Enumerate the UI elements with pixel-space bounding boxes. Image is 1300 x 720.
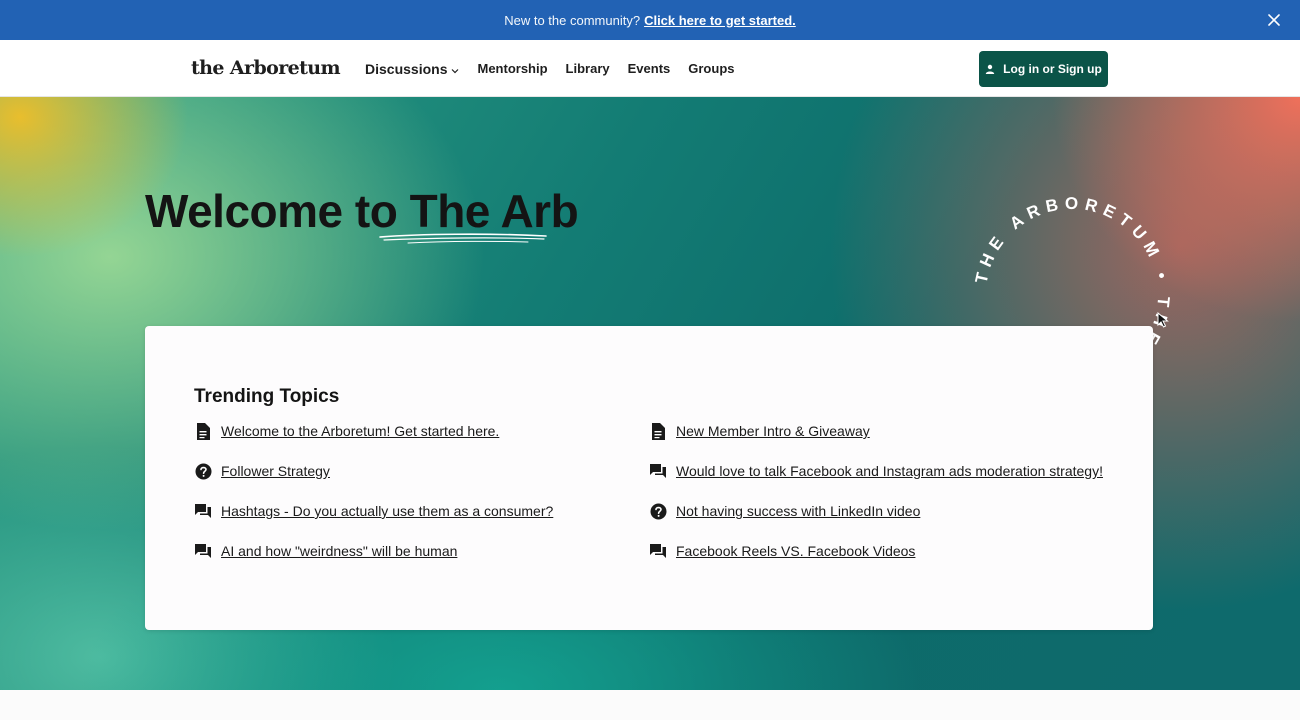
announcement-bar: New to the community? Click here to get … — [0, 0, 1300, 40]
topic-link[interactable]: Hashtags - Do you actually use them as a… — [194, 500, 654, 522]
get-started-link[interactable]: Click here to get started. — [644, 13, 796, 28]
site-logo[interactable]: the Arboretum — [191, 57, 341, 79]
topic-label: New Member Intro & Giveaway — [676, 423, 870, 439]
trending-column-left: Welcome to the Arboretum! Get started he… — [194, 420, 654, 580]
topic-label: Hashtags - Do you actually use them as a… — [221, 503, 554, 519]
hero-section: Welcome to The Arb THE ARBORETUM • THE A… — [0, 97, 1300, 690]
login-signup-button[interactable]: Log in or Sign up — [979, 51, 1108, 87]
chat-icon — [194, 542, 212, 560]
topic-label: Would love to talk Facebook and Instagra… — [676, 463, 1103, 479]
chevron-down-icon — [451, 61, 459, 77]
nav-events[interactable]: Events — [628, 61, 671, 76]
close-icon[interactable] — [1264, 10, 1284, 30]
nav-discussions-label: Discussions — [365, 60, 448, 77]
nav-mentorship[interactable]: Mentorship — [477, 61, 547, 76]
trending-column-right: New Member Intro & Giveaway Would love t… — [649, 420, 1109, 580]
topic-link[interactable]: Not having success with LinkedIn video — [649, 500, 1109, 522]
site-header: the Arboretum Discussions Mentorship Lib… — [0, 40, 1300, 97]
document-icon — [194, 422, 212, 440]
main-nav: Discussions Mentorship Library Events Gr… — [365, 40, 753, 97]
topic-label: AI and how "weirdness" will be human — [221, 543, 458, 559]
topic-link[interactable]: Facebook Reels VS. Facebook Videos — [649, 540, 1109, 562]
scribble-underline — [379, 233, 547, 244]
topic-link[interactable]: Follower Strategy — [194, 460, 654, 482]
chat-icon — [649, 462, 667, 480]
topic-label: Follower Strategy — [221, 463, 330, 479]
question-icon — [649, 502, 667, 520]
chat-icon — [649, 542, 667, 560]
topic-label: Not having success with LinkedIn video — [676, 503, 921, 519]
mouse-cursor-icon — [1157, 312, 1169, 328]
nav-groups[interactable]: Groups — [688, 61, 734, 76]
topic-link[interactable]: Would love to talk Facebook and Instagra… — [649, 460, 1109, 482]
topic-link[interactable]: New Member Intro & Giveaway — [649, 420, 1109, 442]
chat-icon — [194, 502, 212, 520]
trending-topics-card: Trending Topics Welcome to the Arboretum… — [145, 326, 1153, 630]
topic-link[interactable]: AI and how "weirdness" will be human — [194, 540, 654, 562]
document-icon — [649, 422, 667, 440]
login-label: Log in or Sign up — [1003, 62, 1102, 76]
topic-label: Welcome to the Arboretum! Get started he… — [221, 423, 500, 439]
page-footer-strip — [0, 690, 1300, 720]
person-icon — [985, 64, 995, 74]
topic-link[interactable]: Welcome to the Arboretum! Get started he… — [194, 420, 654, 442]
trending-title: Trending Topics — [194, 386, 340, 407]
nav-library[interactable]: Library — [566, 61, 610, 76]
nav-discussions[interactable]: Discussions — [365, 61, 459, 77]
announcement-text: New to the community? — [504, 12, 641, 28]
topic-label: Facebook Reels VS. Facebook Videos — [676, 543, 916, 559]
question-icon — [194, 462, 212, 480]
